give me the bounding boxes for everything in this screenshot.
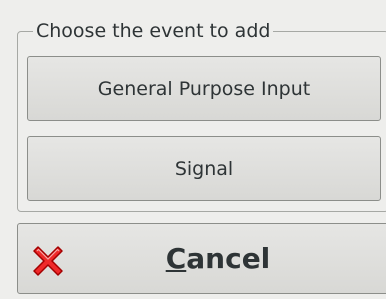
general-purpose-input-label: General Purpose Input (97, 77, 311, 100)
cancel-label: Cancel (18, 224, 386, 293)
signal-button[interactable]: Signal (27, 136, 381, 201)
groupbox-title: Choose the event to add (33, 19, 274, 43)
cancel-label-rest: ancel (186, 242, 271, 275)
cancel-mnemonic: C (165, 242, 187, 275)
event-chooser-dialog: Choose the event to add General Purpose … (0, 0, 386, 299)
general-purpose-input-button[interactable]: General Purpose Input (27, 56, 381, 121)
signal-label: Signal (174, 157, 234, 180)
cancel-button[interactable]: Cancel (17, 223, 386, 294)
